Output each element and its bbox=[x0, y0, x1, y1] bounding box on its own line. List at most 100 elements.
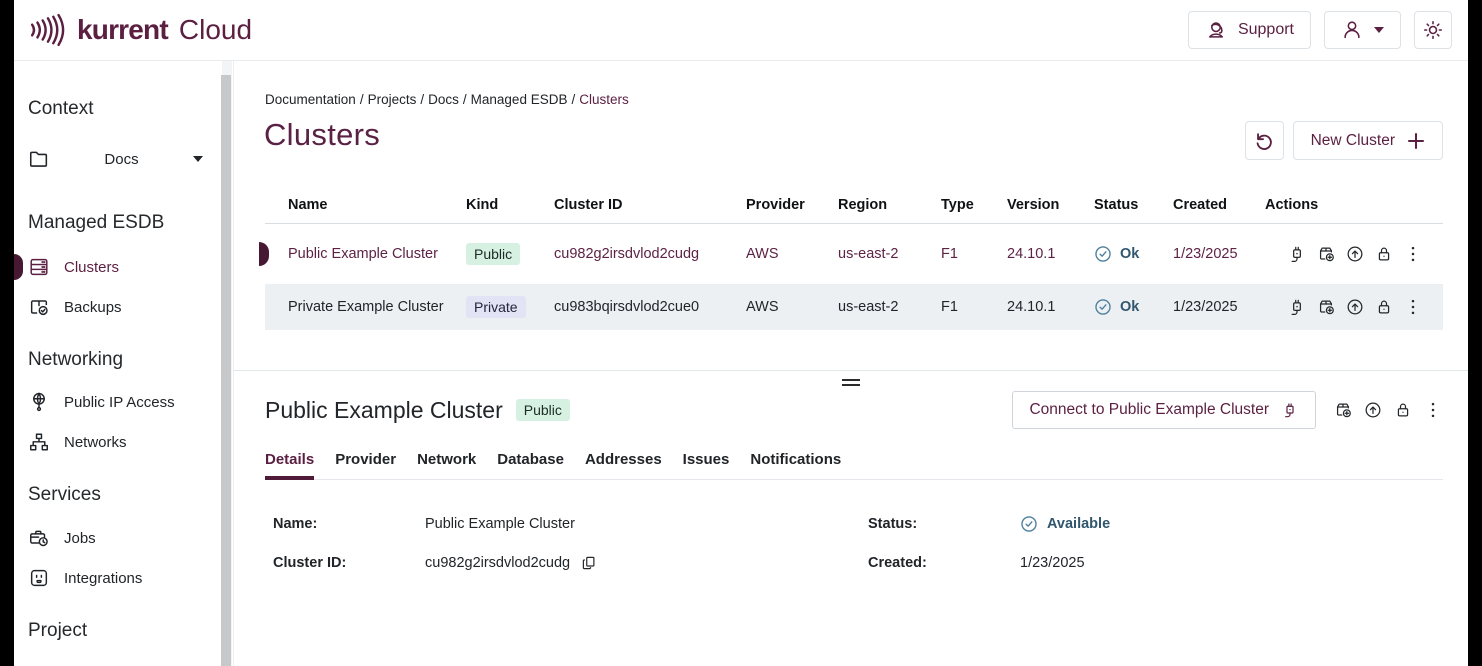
tab-database[interactable]: Database bbox=[497, 451, 564, 468]
plug-icon bbox=[1287, 244, 1307, 264]
sidebar-item-integrations[interactable]: Integrations bbox=[14, 563, 233, 593]
cell-status: Ok bbox=[1094, 245, 1173, 263]
more-options-button[interactable] bbox=[1423, 400, 1443, 420]
lock-icon bbox=[1374, 244, 1394, 264]
connect-to-cluster-button[interactable]: Connect to Public Example Cluster bbox=[1012, 391, 1316, 429]
connect-button-label: Connect to Public Example Cluster bbox=[1029, 401, 1269, 419]
panel-tabs: Details Provider Network Database Addres… bbox=[265, 451, 1443, 480]
box-plus-icon bbox=[1316, 244, 1336, 264]
refresh-button[interactable] bbox=[1245, 121, 1284, 160]
table-row[interactable]: Public Example Cluster Public cu982g2irs… bbox=[265, 231, 1443, 277]
breadcrumb-item[interactable]: Managed ESDB bbox=[471, 92, 568, 107]
connect-action-button[interactable] bbox=[1287, 297, 1307, 317]
outlet-icon bbox=[28, 567, 50, 589]
sidebar-item-networks[interactable]: Networks bbox=[14, 427, 233, 457]
cell-cluster-id: cu983bqirsdvlod2cue0 bbox=[554, 299, 746, 315]
lock-action-button[interactable] bbox=[1374, 244, 1394, 264]
sidebar-item-label: Networks bbox=[64, 434, 127, 451]
breadcrumb-current: Clusters bbox=[579, 92, 629, 107]
column-header-name: Name bbox=[265, 197, 466, 213]
user-menu-button[interactable] bbox=[1324, 11, 1401, 49]
tab-network[interactable]: Network bbox=[417, 451, 476, 468]
tab-addresses[interactable]: Addresses bbox=[585, 451, 662, 468]
column-header-version: Version bbox=[1007, 197, 1094, 213]
theme-toggle-button[interactable] bbox=[1414, 11, 1452, 49]
more-options-button[interactable] bbox=[1403, 244, 1423, 264]
sidebar-item-clusters[interactable]: Clusters bbox=[14, 252, 233, 282]
brand-logo[interactable]: kurrent Cloud bbox=[28, 12, 252, 48]
lock-action-button[interactable] bbox=[1374, 297, 1394, 317]
tab-issues[interactable]: Issues bbox=[683, 451, 730, 468]
breadcrumb-separator: / bbox=[360, 92, 364, 107]
cell-region: us-east-2 bbox=[838, 246, 941, 262]
tab-details[interactable]: Details bbox=[265, 451, 314, 468]
cell-type: F1 bbox=[941, 299, 1007, 315]
breadcrumb-item[interactable]: Projects bbox=[368, 92, 417, 107]
column-header-status: Status bbox=[1094, 197, 1173, 213]
folder-icon bbox=[28, 148, 50, 170]
arrow-up-circle-icon bbox=[1363, 400, 1383, 420]
new-cluster-button[interactable]: New Cluster bbox=[1293, 121, 1443, 160]
column-header-provider: Provider bbox=[746, 197, 838, 213]
cell-created: 1/23/2025 bbox=[1173, 246, 1265, 262]
status-label: Ok bbox=[1120, 299, 1139, 315]
copy-cluster-id-button[interactable] bbox=[580, 554, 598, 572]
kurrent-logo-icon bbox=[28, 12, 68, 48]
sidebar-item-events-console[interactable]: Events Console bbox=[14, 659, 233, 666]
column-header-region: Region bbox=[838, 197, 941, 213]
expand-action-button[interactable] bbox=[1363, 400, 1383, 420]
sidebar-item-label: Integrations bbox=[64, 570, 142, 587]
network-tree-icon bbox=[28, 431, 50, 453]
tab-notifications[interactable]: Notifications bbox=[750, 451, 841, 468]
breadcrumb-item[interactable]: Docs bbox=[428, 92, 459, 107]
column-header-actions: Actions bbox=[1265, 197, 1443, 213]
lock-action-button[interactable] bbox=[1393, 400, 1413, 420]
create-backup-action-button[interactable] bbox=[1316, 297, 1336, 317]
breadcrumb-separator: / bbox=[463, 92, 467, 107]
sidebar-item-jobs[interactable]: Jobs bbox=[14, 523, 233, 553]
table-header-row: Name Kind Cluster ID Provider Region Typ… bbox=[265, 186, 1443, 224]
expand-action-button[interactable] bbox=[1345, 297, 1365, 317]
kind-badge: Public bbox=[466, 243, 520, 265]
more-options-button[interactable] bbox=[1403, 297, 1423, 317]
detail-value: cu982g2irsdvlod2cudg bbox=[425, 555, 570, 571]
lock-icon bbox=[1393, 400, 1413, 420]
detail-label: Cluster ID: bbox=[273, 555, 425, 571]
expand-action-button[interactable] bbox=[1345, 244, 1365, 264]
briefcase-clock-icon bbox=[28, 527, 50, 549]
support-button[interactable]: Support bbox=[1188, 11, 1311, 49]
create-backup-action-button[interactable] bbox=[1316, 244, 1336, 264]
panel-actions: Connect to Public Example Cluster bbox=[1012, 391, 1443, 429]
backups-icon bbox=[28, 296, 50, 318]
sidebar-item-public-ip-access[interactable]: Public IP Access bbox=[14, 387, 233, 417]
page-actions: New Cluster bbox=[1245, 121, 1443, 160]
sidebar-scrollbar[interactable] bbox=[222, 61, 232, 666]
selected-row-indicator bbox=[259, 242, 269, 266]
active-indicator bbox=[14, 254, 23, 280]
cell-created: 1/23/2025 bbox=[1173, 299, 1265, 315]
sidebar-scrollbar-thumb[interactable] bbox=[221, 75, 231, 666]
context-selector[interactable]: Docs bbox=[14, 144, 233, 174]
create-backup-action-button[interactable] bbox=[1333, 400, 1353, 420]
cell-cluster-id: cu982g2irsdvlod2cudg bbox=[554, 246, 746, 262]
kebab-icon bbox=[1403, 244, 1423, 264]
column-header-type: Type bbox=[941, 197, 1007, 213]
topbar-actions: Support bbox=[1188, 11, 1452, 49]
box-plus-icon bbox=[1333, 400, 1353, 420]
sidebar-item-label: Public IP Access bbox=[64, 394, 175, 411]
tab-provider[interactable]: Provider bbox=[335, 451, 396, 468]
kind-badge: Public bbox=[516, 399, 570, 421]
drag-handle-icon[interactable] bbox=[842, 379, 860, 389]
column-header-kind: Kind bbox=[466, 197, 554, 213]
support-label: Support bbox=[1238, 21, 1294, 39]
cell-type: F1 bbox=[941, 246, 1007, 262]
sidebar-heading-managed-esdb: Managed ESDB bbox=[14, 212, 233, 234]
table-row[interactable]: Private Example Cluster Private cu983bqi… bbox=[265, 284, 1443, 330]
breadcrumb-item[interactable]: Documentation bbox=[265, 92, 356, 107]
connect-action-button[interactable] bbox=[1287, 244, 1307, 264]
sidebar-item-backups[interactable]: Backups bbox=[14, 292, 233, 322]
detail-created: Created: 1/23/2025 bbox=[868, 554, 1443, 572]
brand-name: kurrent bbox=[77, 14, 168, 46]
detail-cluster-id: Cluster ID: cu982g2irsdvlod2cudg bbox=[273, 554, 868, 572]
status-label: Available bbox=[1047, 516, 1110, 532]
